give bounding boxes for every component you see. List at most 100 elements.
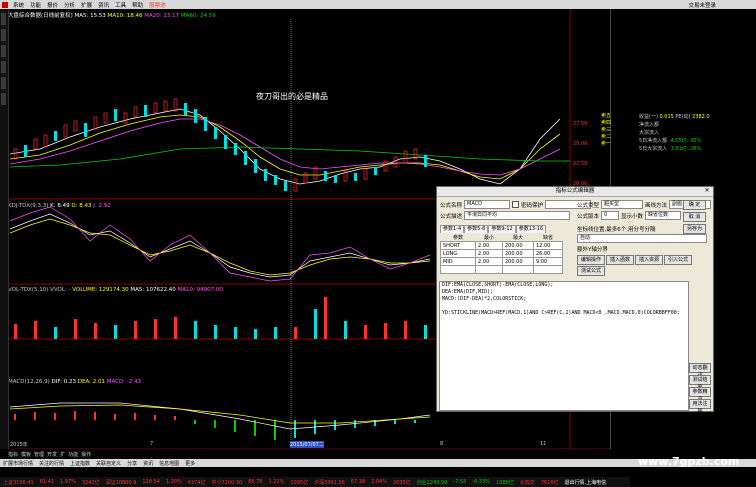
menu-quote[interactable]: 报价 [44,1,61,9]
coord-input[interactable]: 自动 [577,234,707,243]
ticker-item[interactable]: 深证10880.9 [103,479,140,486]
login-status[interactable]: 交易未登录 [685,1,756,9]
sidebar-tab[interactable] [1,45,6,57]
kdj-panel-header: KDJ-TDX(9,3,3) K: 8.49 D: 8.43 J: 2.92 [8,203,111,209]
menu-analysis[interactable]: 分析 [61,1,78,9]
version-input[interactable]: 0 [601,211,620,220]
status-item[interactable]: 扩展市场行情 [0,460,36,467]
bottom-tabs: 指标 模板 管理 开发 扩 功能 操作 [8,451,91,458]
ticker-item[interactable]: 中小7200.30 [208,479,245,486]
test-result-button[interactable]: 测试结果 [689,375,711,391]
dynamic-translate-button[interactable]: 动态翻译 [689,363,711,379]
price-axis-label: 22.50 [573,161,588,167]
param-cell[interactable]: 200.00 [502,257,534,266]
param-cell[interactable] [533,265,563,274]
macd-value: MACD: -2.43 [106,379,142,385]
import-formula-button[interactable]: 引入公式 [664,255,693,265]
editor-tool-buttons: 编辑操作 插入函数 插入资源 引入公式 测试公式 [577,255,707,276]
bottom-tab[interactable]: 操作 [81,451,91,458]
param-cell[interactable] [440,265,476,274]
menu-function[interactable]: 功能 [27,1,44,9]
param-cell[interactable] [475,265,503,274]
tab-params-9-12[interactable]: 参数9-12 [488,225,516,233]
bottom-tab[interactable]: 模板 [21,451,31,458]
status-item[interactable]: 分享 [124,460,140,467]
param-cell[interactable]: 2.00 [475,257,503,266]
ticker-item: 2035亿 [393,479,411,486]
overlay-caption: 夜刀哥出的必是精品 [256,92,328,101]
password-checkbox[interactable] [512,201,520,208]
status-item[interactable]: 资讯 [140,460,156,467]
menu-tools[interactable]: 工具 [112,1,129,9]
menu-stock-pool[interactable]: 股票池 [146,1,169,9]
bottom-tab[interactable]: 功能 [68,451,78,458]
bottom-tab[interactable]: 扩 [60,451,65,458]
param-cell[interactable]: 2.00 [475,241,503,250]
menu-extend[interactable]: 扩展 [78,1,95,9]
sidebar-tab[interactable] [1,93,6,105]
status-item[interactable]: 信息地图 [156,460,182,467]
j-value: J: 2.92 [93,203,111,209]
status-item[interactable]: 关联自定义 [93,460,124,467]
ticker-item[interactable]: 创业2249.99 [414,479,451,486]
dialog-title-bar[interactable]: 指标公式编辑器 ✕ [437,187,713,197]
param-wizard-button[interactable]: 参数精灵 [689,387,711,403]
status-item[interactable]: 关注的行情 [36,460,67,467]
param-cell[interactable]: 9.00 [533,257,563,266]
formula-type-select[interactable]: 超买型 [601,200,644,209]
formula-desc-input[interactable]: 平滑异同平均 [464,211,571,220]
price-axis-label: 27.50 [573,121,588,127]
sidebar-tab[interactable] [1,77,6,89]
menu-system[interactable]: 系统 [10,1,27,9]
sidebar-tab[interactable] [1,61,6,73]
ticker-item[interactable]: 上证3156.41 [0,479,37,486]
menu-help[interactable]: 帮助 [129,1,146,9]
dif-value: DIF: 0.23 [51,379,76,385]
test-formula-button[interactable]: 测试公式 [577,266,606,276]
param-cell[interactable]: 200.00 [502,241,534,250]
name-row: 公式名称 MACD 密码保护 [440,200,592,209]
sidebar-tab[interactable] [1,13,6,25]
param-cell[interactable]: SHORT [440,241,476,250]
param-cell[interactable]: MID [440,257,476,266]
main-panel-header: 大盘综合数据(日线前复权) MA5: 15.53 MA10: 18.46 MA2… [8,11,216,19]
tab-params-5-8[interactable]: 参数5-8 [464,225,489,233]
version-label: 公式版本 [577,213,600,220]
param-cell[interactable]: 200.00 [502,249,534,258]
edit-operation-button[interactable]: 编辑操作 [577,255,606,265]
insert-resource-button[interactable]: 插入资源 [635,255,664,265]
cancel-button[interactable]: 取 消 [683,212,707,222]
formula-name-input[interactable]: MACD [464,200,511,209]
usage-notes-button[interactable]: 用法注释 [689,399,711,415]
tab-params-13-16[interactable]: 参数13-16 [515,225,547,233]
menu-news[interactable]: 资讯 [95,1,112,9]
formula-code-editor[interactable]: DIF:EMA(CLOSE,SHORT)-EMA(CLOSE,LONG); DE… [439,281,689,411]
formula-editor-dialog[interactable]: 指标公式编辑器 ✕ 公式名称 MACD 密码保护 公式描述 平滑异同平均 公式类… [436,186,714,415]
status-item[interactable]: 更多 [182,460,198,467]
table-row: MID 2.00 200.00 9.00 [440,257,563,266]
decimal-select[interactable]: 缺省位数 [645,211,682,220]
macd-panel-header: MACD(12,26,9) DIF: 0.23 DEA: 2.01 MACD: … [8,379,141,385]
stat-label: 大宗流入 [639,130,660,136]
ticker-item[interactable]: 沪深3361.56 [311,479,348,486]
param-cell[interactable]: LONG [440,249,476,258]
sidebar-tab[interactable] [1,29,6,41]
param-cell[interactable]: 2.00 [475,249,503,258]
status-item[interactable]: 上证指数 [67,460,93,467]
insert-function-button[interactable]: 插入函数 [606,255,635,265]
ticker-item: 1095亿 [290,479,309,486]
param-cell[interactable]: 26.00 [533,249,563,258]
tab-params-1-4[interactable]: 参数1-4 [440,225,465,233]
ticker-item: 1.20% [165,479,182,485]
code-line: MACD:(DIF-DEA)*2,COLORSTICK; [442,296,527,302]
ok-button[interactable]: 确 定 [683,200,707,210]
param-cell[interactable]: 12.00 [533,241,563,250]
vol-panel-header: VOL-TDX(5,10) VVOL: - VOLUME: 129174.30 … [8,287,223,293]
bottom-tab[interactable]: 管理 [34,451,44,458]
bottom-tab[interactable]: 开发 [47,451,57,458]
param-cell[interactable] [502,265,534,274]
k-line [9,213,431,278]
close-icon[interactable]: ✕ [703,187,711,195]
ticker-item: 2.04% [371,479,387,485]
bottom-tab[interactable]: 指标 [8,451,18,458]
